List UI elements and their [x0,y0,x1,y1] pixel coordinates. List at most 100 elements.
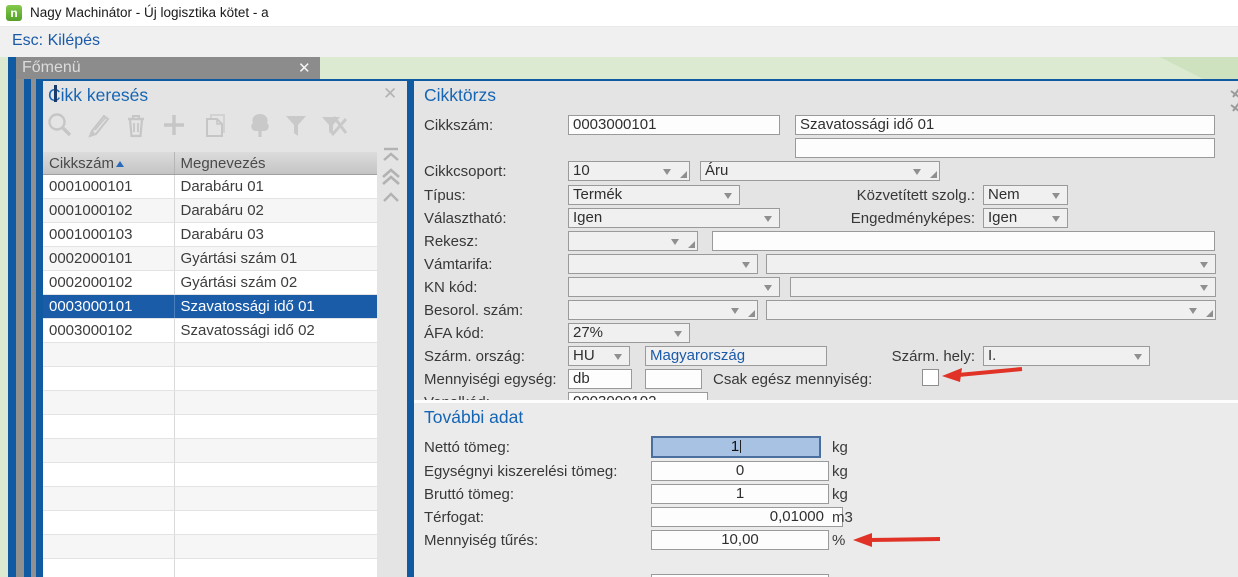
cikk-table[interactable]: Cikkszám Megnevezés 0001000101Darabáru 0… [43,152,377,577]
cikk-kereses-window: Cikk keresés ✕ [36,79,407,577]
column-header-megnevezes[interactable]: Megnevezés [174,152,377,175]
egysegnyi-tomeg-input[interactable]: 0 [651,461,829,481]
besorol-code-combo[interactable] [568,300,758,320]
cikk-table-container: Cikkszám Megnevezés 0001000101Darabáru 0… [43,152,377,577]
scroll-top-icon[interactable] [382,147,400,163]
resize-icon [1229,87,1238,117]
app-title: Nagy Machinátor - Új logisztika kötet - … [30,5,269,20]
brutto-tomeg-input[interactable]: 1 [651,484,829,504]
table-row[interactable]: 0001000102Darabáru 02 [43,199,377,223]
kn-kod-label: KN kód: [424,279,477,296]
delete-icon[interactable] [122,111,150,139]
table-row[interactable]: 0003000101Szavatossági idő 01 [43,295,377,319]
chevron-down-icon [671,239,679,245]
besorol-name-combo[interactable] [766,300,1216,320]
brutto-tomeg-unit: kg [832,486,848,503]
netto-tomeg-input[interactable]: 1 [651,436,821,458]
table-row-empty[interactable] [43,391,377,415]
table-row-empty[interactable] [43,343,377,367]
cikk-table-header[interactable]: Cikkszám Megnevezés [43,152,377,175]
egysegnyi-tomeg-unit: kg [832,463,848,480]
rekesz-name-input[interactable] [712,231,1215,251]
szarm-orszag-label: Szárm. ország: [424,348,525,365]
kozvetitett-combo[interactable]: Nem [983,185,1068,205]
chevron-down-icon [614,354,622,360]
table-row-empty[interactable] [43,415,377,439]
tree-icon[interactable] [246,111,274,139]
chevron-down-icon [731,308,739,314]
kn-kod-name-combo[interactable] [790,277,1216,297]
afa-kod-combo[interactable]: 27% [568,323,690,343]
chevron-down-icon [1052,193,1060,199]
chevron-down-icon [764,285,772,291]
netto-tomeg-unit: kg [832,439,848,456]
kn-kod-code-combo[interactable] [568,277,780,297]
cikk-kereses-close-icon[interactable]: ✕ [383,85,397,102]
fomenu-titlebar[interactable]: Főmenü ✕ [16,57,320,79]
terfogat-unit: m3 [832,509,853,526]
table-row-empty[interactable] [43,511,377,535]
table-row[interactable]: 0001000101Darabáru 01 [43,175,377,199]
cikkcsoport-label: Cikkcsoport: [424,163,507,180]
vamtarifa-label: Vámtarifa: [424,256,492,273]
filter-clear-icon[interactable] [318,111,348,139]
search-icon[interactable] [46,111,74,139]
table-row[interactable]: 0002000101Gyártási szám 01 [43,247,377,271]
add-icon[interactable] [160,111,188,139]
afa-kod-label: ÁFA kód: [424,325,484,342]
table-row-empty[interactable] [43,439,377,463]
edit-icon[interactable] [84,111,112,139]
lookup-grip-icon [680,171,687,178]
cikkszam-input[interactable]: 0003000101 [568,115,780,135]
filter-icon[interactable] [282,111,310,139]
cikkcsoport-name-combo[interactable]: Áru [700,161,940,181]
table-row[interactable]: 0001000103Darabáru 03 [43,223,377,247]
table-row-empty[interactable] [43,367,377,391]
copy-icon[interactable] [201,111,231,139]
scroll-up-icon[interactable] [382,191,400,203]
table-row[interactable]: 0003000102Szavatossági idő 02 [43,319,377,343]
table-row-empty[interactable] [43,535,377,559]
column-header-cikkszam[interactable]: Cikkszám [43,152,174,175]
chevron-down-icon [674,331,682,337]
mennyisegi-egyseg-input[interactable]: db [568,369,632,389]
menubar: Esc: Kilépés [0,27,1238,57]
scroll-pageup-icon[interactable] [381,167,401,187]
annotation-arrow-checkbox [940,362,1030,384]
chevron-down-icon [724,193,732,199]
vamtarifa-name-combo[interactable] [766,254,1216,274]
rekesz-label: Rekesz: [424,233,478,250]
mennyiseg-tures-label: Mennyiség tűrés: [424,532,538,549]
cikkcsoport-code-combo[interactable]: 10 [568,161,690,181]
valaszthato-combo[interactable]: Igen [568,208,780,228]
annotation-arrow-tures [852,530,944,550]
fomenu-left-border [8,57,16,577]
csak-egesz-checkbox[interactable] [922,369,939,386]
table-row-empty[interactable] [43,463,377,487]
egysegnyi-tomeg-label: Egységnyi kiszerelési tömeg: [424,463,617,480]
engedmenykepes-combo[interactable]: Igen [983,208,1068,228]
cikknev-input[interactable]: Szavatossági idő 01 [795,115,1215,135]
szarm-orszag-combo[interactable]: HU [568,346,630,366]
terfogat-input[interactable]: 0,01000 [651,507,843,527]
tipus-label: Típus: [424,187,466,204]
mennyiseg-tures-unit: % [832,532,845,549]
cikk-kereses-toolbar [46,111,376,143]
app-titlebar: n Nagy Machinátor - Új logisztika kötet … [0,0,1238,27]
vamtarifa-code-combo[interactable] [568,254,758,274]
hidden-window-fragment [54,85,57,102]
rekesz-code-combo[interactable] [568,231,698,251]
fomenu-close-icon[interactable]: ✕ [298,61,311,76]
tipus-combo[interactable]: Termék [568,185,740,205]
table-row[interactable]: 0002000102Gyártási szám 02 [43,271,377,295]
cikknev2-input[interactable] [795,138,1215,158]
mennyiseg-tures-input[interactable]: 10,00 [651,530,829,550]
table-row-empty[interactable] [43,559,377,577]
valaszthato-label: Választható: [424,210,507,227]
menu-item-exit[interactable]: Esc: Kilépés [8,31,104,51]
chevron-down-icon [1052,216,1060,222]
mennyisegi-egyseg2-input[interactable] [645,369,702,389]
table-row-empty[interactable] [43,487,377,511]
fomenu-inner-border [24,79,31,577]
netto-tomeg-label: Nettó tömeg: [424,439,510,456]
